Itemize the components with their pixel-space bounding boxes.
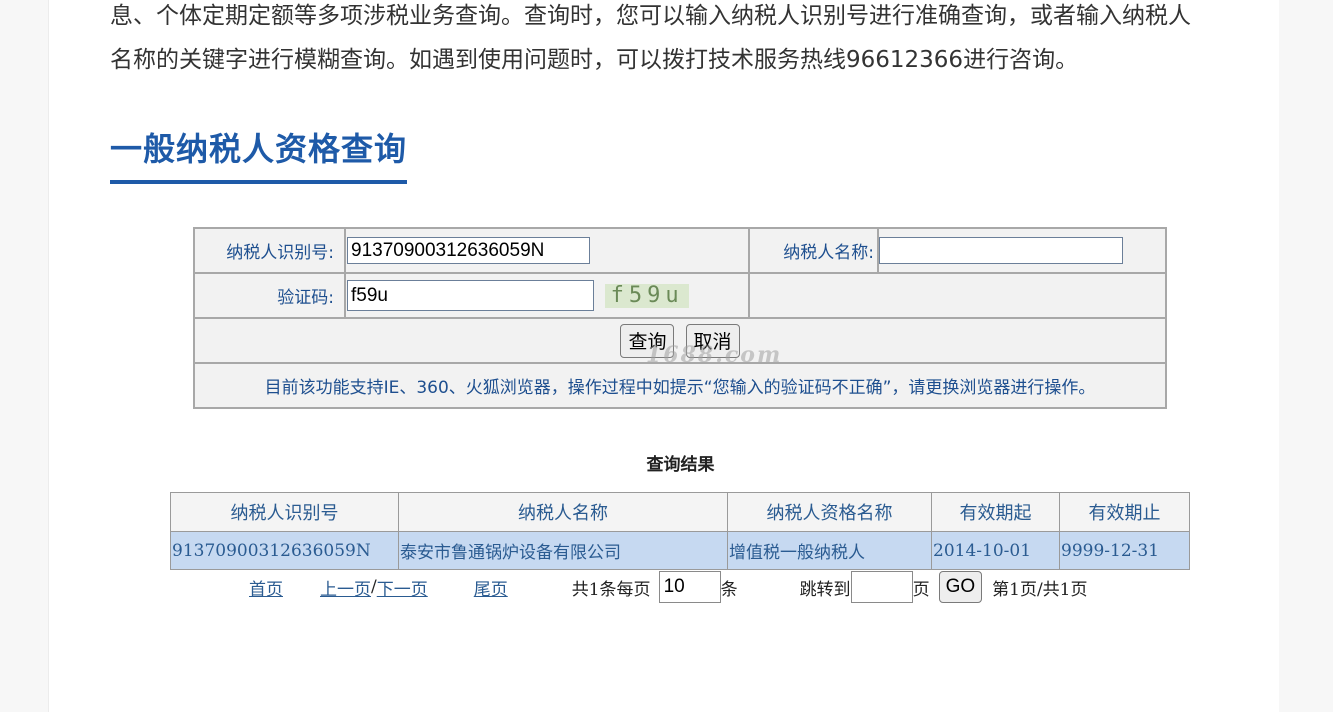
page-status: 第1页/共1页: [992, 579, 1088, 600]
page-unit: 页: [912, 579, 930, 600]
captcha-image[interactable]: f59u: [605, 283, 690, 308]
intro-text: 息、个体定期定额等多项涉税业务查询。查询时，您可以输入纳税人识别号进行准确查询，…: [110, 0, 1250, 82]
taxpayer-name-label: 纳税人名称:: [748, 227, 879, 274]
page-content: 息、个体定期定额等多项涉税业务查询。查询时，您可以输入纳税人识别号进行准确查询，…: [48, 0, 1279, 712]
results-table: 纳税人识别号 纳税人名称 纳税人资格名称 有效期起 有效期止 913709003…: [170, 492, 1190, 570]
first-page-link[interactable]: 首页: [249, 575, 283, 600]
prev-page-link[interactable]: 上一页: [320, 575, 371, 600]
header-qualification: 纳税人资格名称: [727, 492, 932, 532]
pagination: 首页 上一页/下一页 尾页 共1条每页 条 跳转到 页 GO 第1页/共1页: [249, 570, 1087, 604]
cell-taxpayer-id: 91370900312636059N: [170, 531, 399, 570]
cell-qualification: 增值税一般纳税人: [727, 531, 932, 570]
jump-label: 跳转到: [799, 579, 851, 600]
results-title: 查询结果: [646, 455, 715, 475]
header-valid-from: 有效期起: [931, 492, 1060, 532]
captcha-input[interactable]: [347, 280, 594, 311]
intro-line-1: 息、个体定期定额等多项涉税业务查询。查询时，您可以输入纳税人识别号进行准确查询，…: [110, 3, 1191, 29]
intro-line-2: 名称的关键字进行模糊查询。如遇到使用问题时，可以拨打技术服务热线96612366…: [110, 47, 1079, 73]
last-page-link[interactable]: 尾页: [474, 575, 508, 600]
empty-cell: [748, 272, 1167, 319]
header-valid-to: 有效期止: [1059, 492, 1190, 532]
title-underline: [110, 180, 407, 184]
taxpayer-id-label: 纳税人识别号:: [193, 227, 346, 274]
button-row: 查询 取消: [193, 317, 1167, 364]
query-button[interactable]: 查询: [620, 323, 675, 358]
taxpayer-name-input[interactable]: [879, 237, 1123, 264]
page-size-input[interactable]: [658, 571, 721, 603]
table-row: 91370900312636059N 泰安市鲁通锅炉设备有限公司 增值税一般纳税…: [170, 531, 1190, 570]
total-info: 共1条每页: [571, 579, 651, 600]
go-button[interactable]: GO: [938, 571, 983, 603]
cancel-button[interactable]: 取消: [685, 323, 740, 358]
section-title: 一般纳税人资格查询: [110, 130, 408, 168]
query-form: 纳税人识别号: 纳税人名称: 验证码: f59u 查询 取消 目前该功能支持: [193, 227, 1167, 409]
captcha-label: 验证码:: [193, 272, 346, 319]
cell-valid-to: 9999-12-31: [1059, 531, 1190, 570]
next-page-link[interactable]: 下一页: [377, 575, 428, 600]
header-taxpayer-id: 纳税人识别号: [170, 492, 399, 532]
total-suffix: 条: [720, 579, 738, 600]
jump-page-input[interactable]: [850, 571, 913, 603]
cell-valid-from: 2014-10-01: [931, 531, 1060, 570]
header-taxpayer-name: 纳税人名称: [398, 492, 728, 532]
taxpayer-id-input[interactable]: [347, 237, 590, 264]
browser-notice: 目前该功能支持IE、360、火狐浏览器，操作过程中如提示“您输入的验证码不正确”…: [193, 362, 1167, 409]
cell-taxpayer-name: 泰安市鲁通锅炉设备有限公司: [398, 531, 728, 570]
results-header-row: 纳税人识别号 纳税人名称 纳税人资格名称 有效期起 有效期止: [170, 492, 1190, 532]
